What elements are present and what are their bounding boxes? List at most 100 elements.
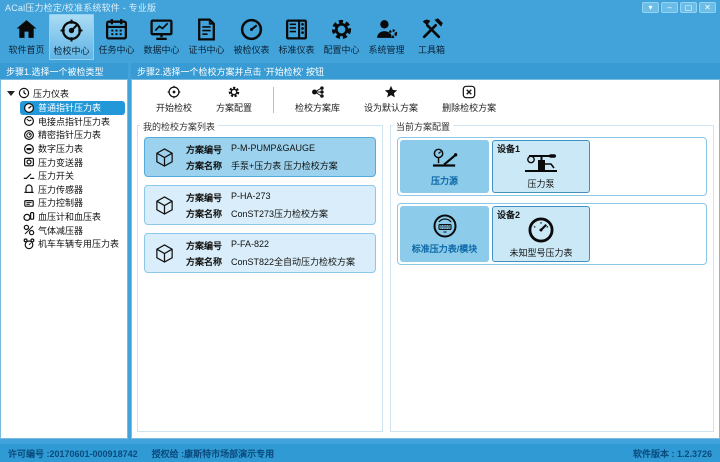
- clock-gauge-icon: [18, 87, 30, 99]
- sensor-icon: [23, 183, 35, 195]
- pressure-source-label: 压力源: [431, 174, 458, 187]
- toolbar-item-config-center[interactable]: 配置中心: [319, 14, 364, 60]
- toolbar-label: 标准仪表: [278, 43, 314, 56]
- step1-header: 步骤1.选择一个被检类型: [0, 63, 128, 79]
- sidebar-item-label: 压力传感器: [38, 183, 83, 196]
- sidebar-item-ordinary-pointer-gauge[interactable]: 普通指针压力表: [20, 101, 125, 115]
- electric-contact-gauge-icon: [23, 115, 35, 127]
- sidebar-item-pressure-transmitter[interactable]: 压力变送器: [20, 155, 125, 169]
- minimize-icon[interactable]: –: [661, 2, 678, 13]
- sidebar-item-precision-pointer-gauge[interactable]: 精密指针压力表: [20, 128, 125, 142]
- sidebar-item-label: 压力控制器: [38, 196, 83, 209]
- toolbar-item-test-instruments[interactable]: 被检仪表: [229, 14, 274, 60]
- plan-name-label: 方案名称: [186, 159, 222, 172]
- cube-icon: [154, 147, 175, 168]
- sidebar-item-blood-pressure-meter[interactable]: 血压计和血压表: [20, 210, 125, 224]
- config-row-pressure-source: 压力源 设备1 压力泵: [397, 137, 707, 196]
- share-branch-icon: [311, 85, 325, 99]
- skin-icon[interactable]: ▾: [642, 2, 659, 13]
- application-window: { "window": { "title": "ACal压力检定/校准系统软件 …: [0, 0, 720, 462]
- sidebar-item-pressure-sensor[interactable]: 压力传感器: [20, 183, 125, 197]
- status-bar: 许可编号 :20170601-000918742 授权给 :康斯特市场部演示专用…: [0, 444, 720, 462]
- plan-code-label: 方案编号: [186, 191, 222, 204]
- plan-name-value: 手泵+压力表 压力检校方案: [231, 159, 338, 172]
- plan-card-text: 方案编号P-HA-273 方案名称ConST273压力检校方案: [186, 191, 328, 220]
- toolbar-item-system-management[interactable]: 系统管理: [364, 14, 409, 60]
- sidebar-item-gas-regulator[interactable]: 气体减压器: [20, 223, 125, 237]
- set-default-plan-button[interactable]: 设为默认方案: [352, 85, 430, 114]
- toolbar-item-home[interactable]: 软件首页: [4, 14, 49, 60]
- switch-icon: [23, 170, 35, 182]
- sidebar-item-label: 压力开关: [38, 169, 74, 182]
- toolbar-label: 系统管理: [368, 43, 404, 56]
- device2-card[interactable]: 设备2 未知型号压力表: [492, 206, 590, 262]
- toolbar-label: 任务中心: [98, 43, 134, 56]
- digital-readout: 0000: [439, 225, 450, 230]
- sidebar-item-locomotive-gauge[interactable]: 机车车辆专用压力表: [20, 237, 125, 251]
- maximize-icon[interactable]: ▢: [680, 2, 697, 13]
- hand-pump-icon: [519, 150, 563, 176]
- standard-gauge-slot[interactable]: 0000 标准压力表/模块: [400, 206, 489, 262]
- sidebar-item-electric-contact-gauge[interactable]: 电接点指针压力表: [20, 115, 125, 129]
- toolbar-separator: [273, 87, 274, 113]
- plan-and-config-columns: 我的检校方案列表 方案编号P-M-PUMP&GAUGE 方案名称手泵+压力表 压…: [132, 116, 719, 438]
- gauge-icon: [527, 216, 555, 244]
- tree-root-pressure-instruments[interactable]: 压力仪表: [3, 85, 125, 101]
- plan-code-label: 方案编号: [186, 239, 222, 252]
- toolbar-item-toolbox[interactable]: 工具箱: [409, 14, 454, 60]
- plan-library-button[interactable]: 检校方案库: [283, 85, 352, 114]
- sidebar-item-label: 普通指针压力表: [38, 101, 101, 114]
- plan-configure-button[interactable]: 方案配置: [204, 85, 264, 114]
- device1-name: 压力泵: [493, 177, 589, 190]
- pressure-source-icon: [430, 147, 460, 171]
- toolbar-item-certificate-center[interactable]: 证书中心: [184, 14, 229, 60]
- sidebar-item-label: 数字压力表: [38, 142, 83, 155]
- target-icon: [59, 18, 84, 43]
- sidebar-item-pressure-controller[interactable]: 压力控制器: [20, 196, 125, 210]
- toolbar-label: 检校中心: [53, 44, 89, 57]
- action-label: 删除检校方案: [442, 101, 496, 114]
- current-config-title: 当前方案配置: [393, 120, 453, 133]
- plan-list-title: 我的检校方案列表: [140, 120, 218, 133]
- step2-header: 步骤2.选择一个检校方案并点击 '开始检校' 按钮: [131, 63, 720, 79]
- toolbar-item-standard-instruments[interactable]: 标准仪表: [274, 14, 319, 60]
- step-headers: 步骤1.选择一个被检类型 步骤2.选择一个检校方案并点击 '开始检校' 按钮: [0, 63, 720, 79]
- device1-card[interactable]: 设备1 压力泵: [492, 140, 590, 193]
- start-calibration-icon: [167, 85, 181, 99]
- toolbar-label: 数据中心: [143, 43, 179, 56]
- plan-card-const273[interactable]: 方案编号P-HA-273 方案名称ConST273压力检校方案: [144, 185, 376, 225]
- delete-plan-button[interactable]: 删除检校方案: [430, 85, 508, 114]
- standard-gauge-label: 标准压力表/模块: [412, 242, 478, 255]
- toolbar-item-calibration-center[interactable]: 检校中心: [49, 14, 94, 60]
- sidebar-item-pressure-switch[interactable]: 压力开关: [20, 169, 125, 183]
- sidebar-item-label: 精密指针压力表: [38, 128, 101, 141]
- config-row-standard-gauge: 0000 标准压力表/模块 设备2 未知型号压力表: [397, 203, 707, 265]
- controller-icon: [23, 197, 35, 209]
- action-label: 检校方案库: [295, 101, 340, 114]
- plan-card-pump-gauge[interactable]: 方案编号P-M-PUMP&GAUGE 方案名称手泵+压力表 压力检校方案: [144, 137, 376, 177]
- action-label: 方案配置: [216, 101, 252, 114]
- tree-root-label: 压力仪表: [33, 87, 69, 100]
- sidebar-item-label: 气体减压器: [38, 224, 83, 237]
- window-title: ACal压力检定/校准系统软件 - 专业版: [5, 1, 156, 14]
- toolbar-label: 配置中心: [323, 43, 359, 56]
- pressure-source-slot[interactable]: 压力源: [400, 140, 489, 193]
- gear-icon: [329, 17, 354, 42]
- sidebar-item-digital-gauge[interactable]: 数字压力表: [20, 142, 125, 156]
- tools-icon: [419, 17, 444, 42]
- toolbar-label: 证书中心: [188, 43, 224, 56]
- start-calibration-button[interactable]: 开始检校: [144, 85, 204, 114]
- cube-icon: [154, 243, 175, 264]
- plan-card-const822[interactable]: 方案编号P-FA-822 方案名称ConST822全自动压力检校方案: [144, 233, 376, 273]
- toolbar-item-task-center[interactable]: 任务中心: [94, 14, 139, 60]
- close-icon[interactable]: ✕: [699, 2, 716, 13]
- sidebar-item-label: 血压计和血压表: [38, 210, 101, 223]
- device1-label: 设备1: [497, 142, 520, 155]
- delete-x-icon: [462, 85, 476, 99]
- main-toolbar: 软件首页 检校中心 任务中心 数据中心 证书中心 被检仪表: [0, 14, 720, 60]
- chevron-down-icon[interactable]: [7, 91, 15, 96]
- plan-code-value: P-FA-822: [231, 239, 269, 252]
- monitor-chart-icon: [149, 17, 174, 42]
- toolbar-item-data-center[interactable]: 数据中心: [139, 14, 184, 60]
- toolbar-label: 工具箱: [418, 43, 445, 56]
